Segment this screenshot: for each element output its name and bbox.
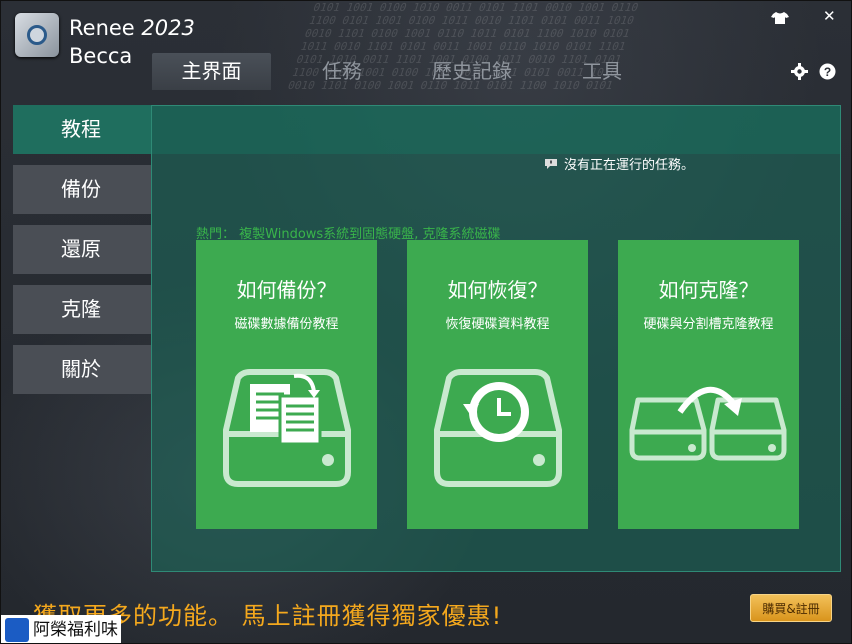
main-tabs: 主界面 任務 歷史記錄 工具 [152, 53, 673, 90]
task-status: 沒有正在運行的任務。 [544, 154, 694, 173]
sidebar-item-label: 備份 [61, 177, 101, 201]
message-icon [545, 158, 557, 169]
watermark-logo-icon [5, 618, 29, 642]
card-title: 如何克隆？ [658, 278, 759, 302]
gear-icon[interactable] [791, 63, 808, 80]
app-window: 0101 1001 0100 1010 0011 0101 1101 0010 … [0, 0, 852, 644]
task-status-text: 沒有正在運行的任務。 [564, 158, 695, 173]
card-subtitle: 磁碟數據備份教程 [234, 317, 339, 332]
sidebar-item-tutorial[interactable]: 教程 [13, 105, 151, 154]
app-title: Renee 2023 [69, 15, 195, 41]
sidebar-item-about[interactable]: 關於 [13, 345, 151, 394]
shirt-icon[interactable] [771, 11, 789, 25]
help-icon[interactable]: ? [819, 63, 836, 80]
app-version: 2023 [141, 16, 195, 40]
card-subtitle: 硬碟與分割槽克隆教程 [643, 317, 774, 332]
sidebar-item-label: 關於 [61, 357, 101, 381]
tab-home[interactable]: 主界面 [152, 53, 271, 90]
app-name: Renee [69, 16, 135, 40]
card-how-to-clone[interactable]: 如何克隆？ 硬碟與分割槽克隆教程 [618, 240, 799, 529]
card-how-to-backup[interactable]: 如何備份？ 磁碟數據備份教程 [196, 240, 377, 529]
sidebar-item-restore[interactable]: 還原 [13, 225, 151, 274]
sidebar-item-backup[interactable]: 備份 [13, 165, 151, 214]
backup-drive-icon [223, 369, 351, 487]
watermark-text: 阿榮福利味 [33, 620, 118, 640]
tab-tools[interactable]: 工具 [531, 53, 673, 90]
tab-history[interactable]: 歷史記錄 [413, 53, 531, 90]
buy-register-button[interactable]: 購買&註冊 [750, 594, 832, 622]
svg-text:?: ? [824, 65, 831, 79]
restore-drive-icon [434, 369, 562, 487]
card-subtitle: 恢復硬碟資料教程 [445, 317, 550, 332]
app-logo [15, 13, 59, 57]
sidebar-item-label: 克隆 [61, 297, 101, 321]
tab-tasks[interactable]: 任務 [271, 53, 413, 90]
card-title: 如何恢復？ [447, 278, 548, 302]
watermark: 阿榮福利味 [1, 615, 121, 643]
close-icon[interactable]: ✕ [823, 7, 836, 25]
clone-drives-icon [629, 386, 787, 461]
sidebar-item-clone[interactable]: 克隆 [13, 285, 151, 334]
sidebar-item-label: 還原 [61, 237, 101, 261]
card-how-to-restore[interactable]: 如何恢復？ 恢復硬碟資料教程 [407, 240, 588, 529]
card-title: 如何備份？ [236, 278, 337, 302]
product-name: Becca [69, 44, 133, 68]
sidebar-item-label: 教程 [61, 117, 101, 141]
